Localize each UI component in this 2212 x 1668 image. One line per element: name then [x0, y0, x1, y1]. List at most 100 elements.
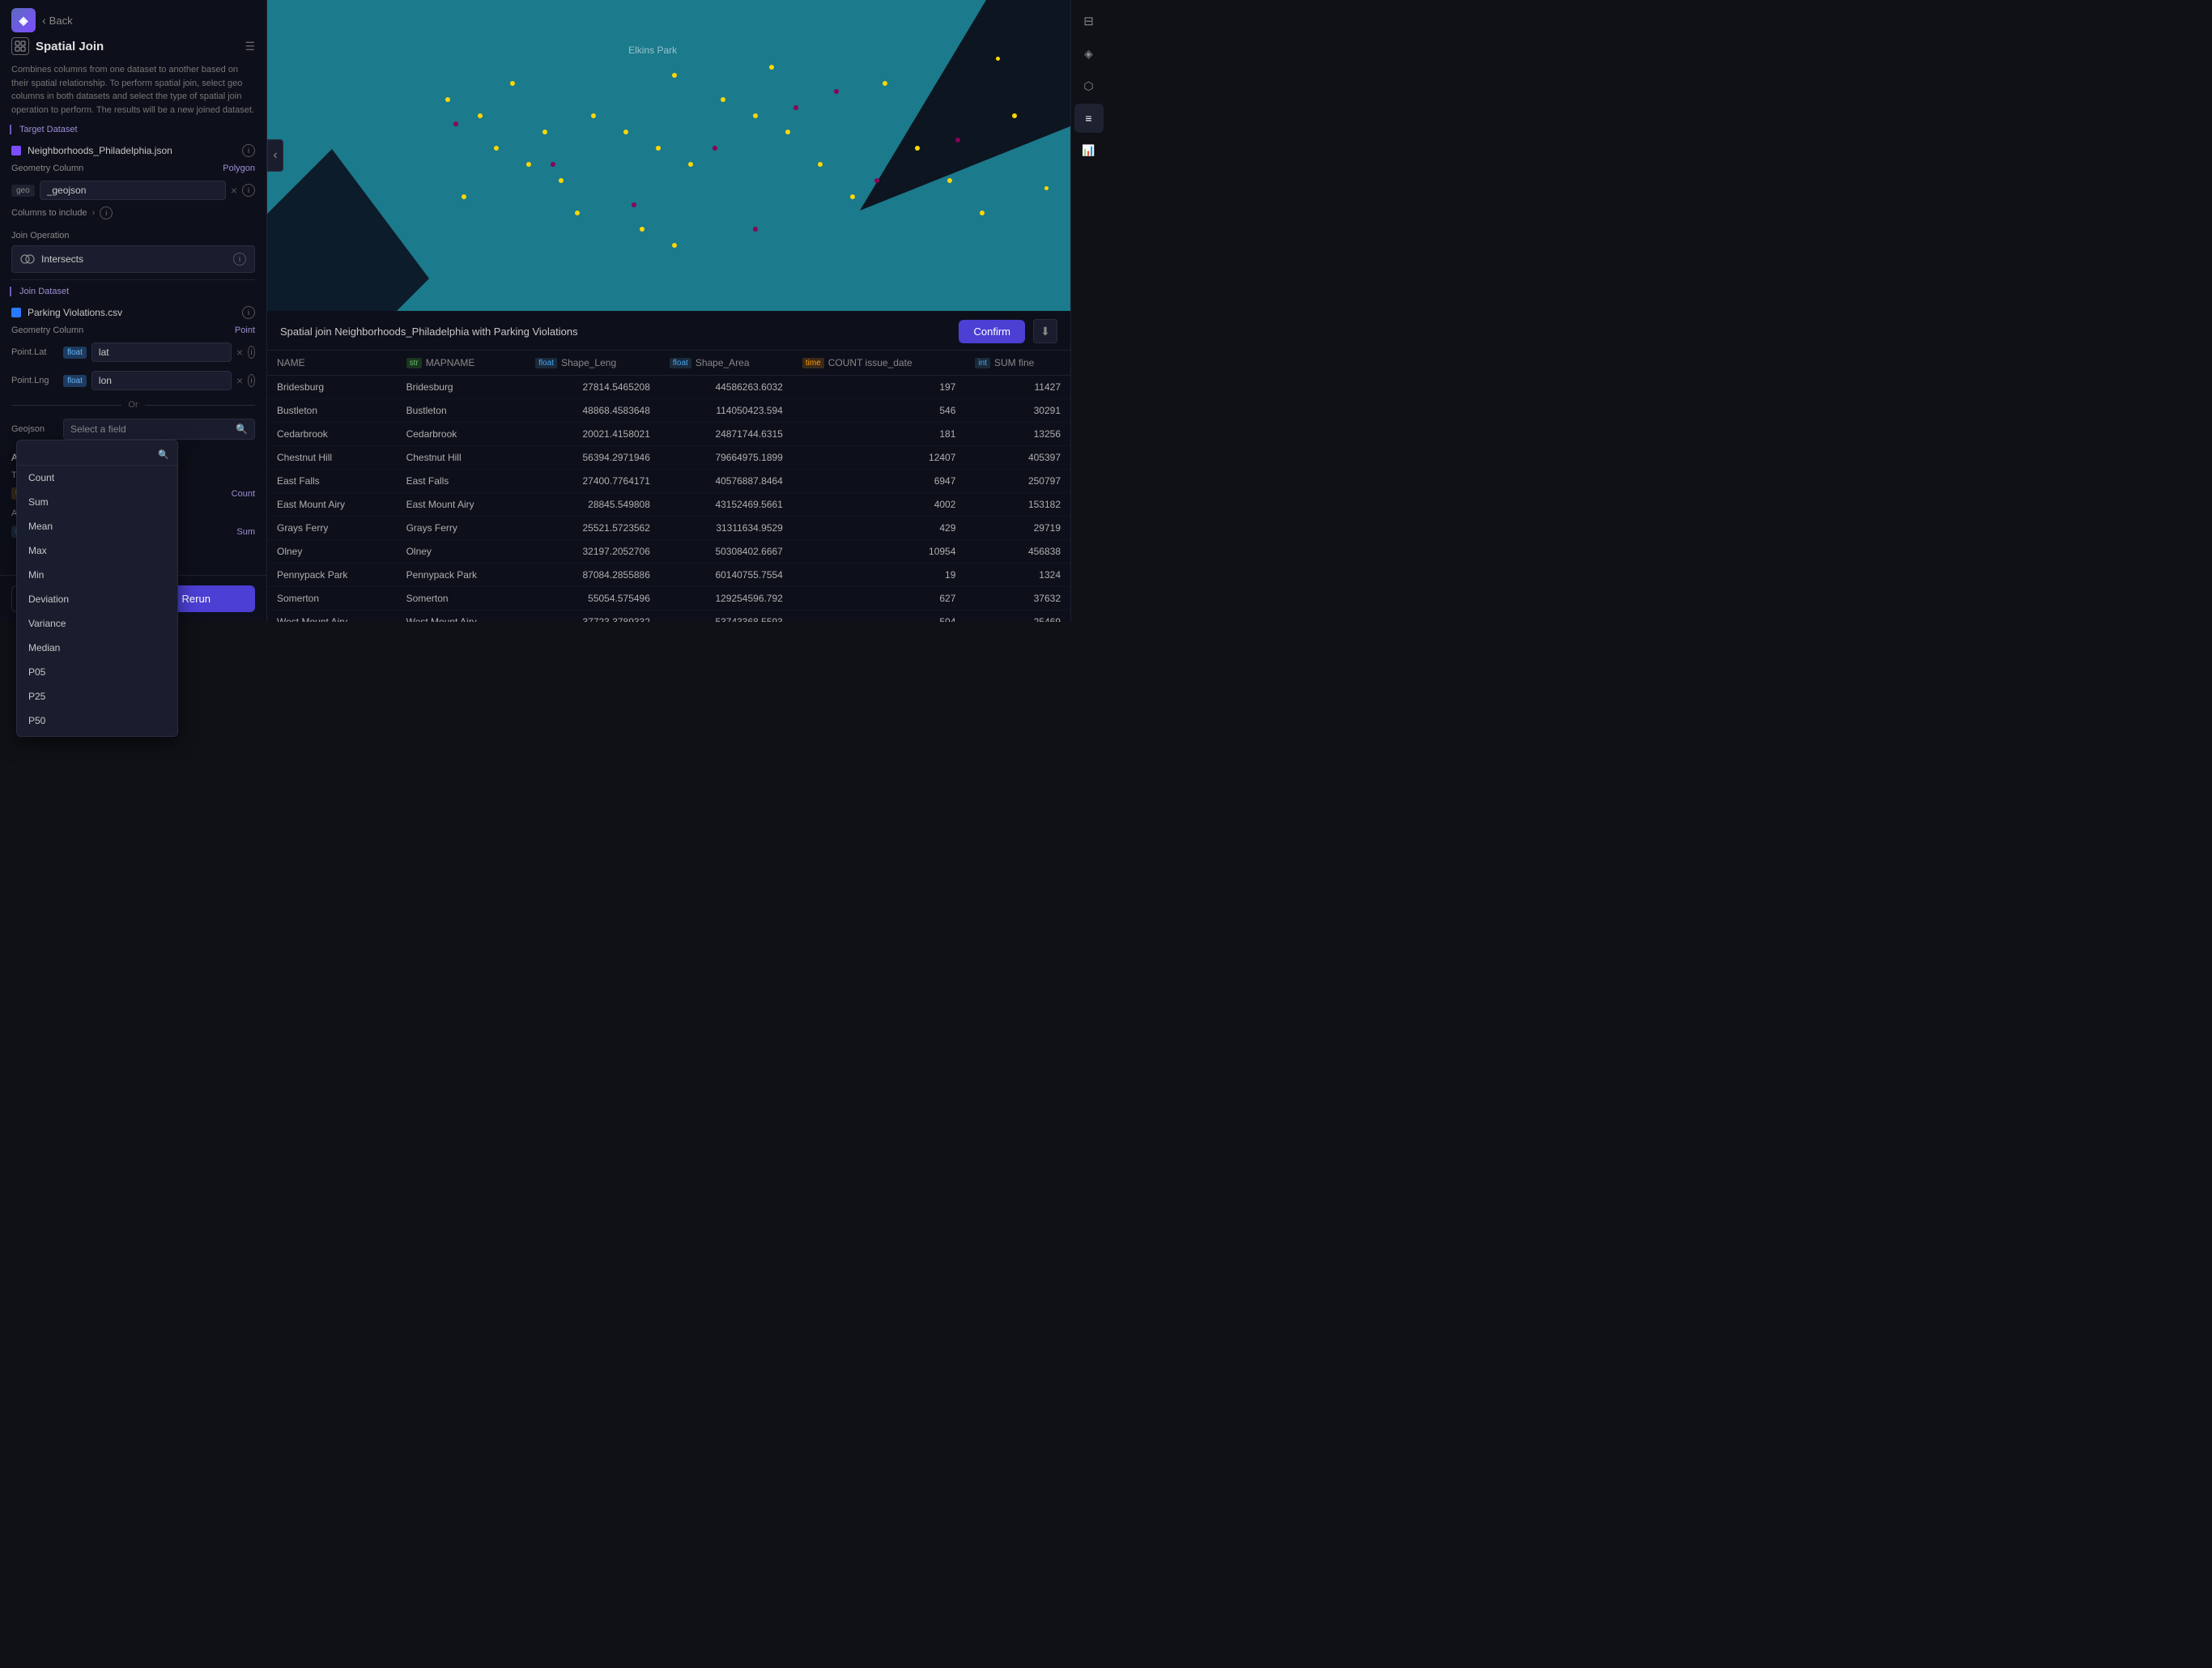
target-geo-type: Polygon	[223, 164, 255, 173]
cell-sumfine-2: 13256	[965, 423, 1070, 446]
cell-sumfine-6: 29719	[965, 517, 1070, 540]
cell-shapeleng-8: 87084.2855886	[525, 564, 660, 587]
cell-shapearea-3: 79664975.1899	[660, 446, 793, 470]
point-lng-label: Point.Lng	[11, 376, 58, 385]
join-dataset-label: Join Dataset	[19, 287, 255, 296]
point-lat-input[interactable]	[91, 343, 232, 362]
cell-name-10: West Mount Airy	[267, 611, 397, 623]
cell-sumfine-1: 30291	[965, 399, 1070, 423]
dropdown-item-p25[interactable]: P25	[17, 684, 177, 708]
data-table: NAME strMAPNAME float Shape_Leng float Sha…	[267, 351, 1070, 622]
cell-countissue-5: 4002	[793, 493, 966, 517]
cell-name-1: Bustleton	[267, 399, 397, 423]
cell-shapeleng-0: 27814.5465208	[525, 376, 660, 399]
right-icon-draw[interactable]: ⬡	[1074, 71, 1104, 100]
dropdown-item-count[interactable]: Count	[17, 466, 177, 490]
join-dataset-info[interactable]: i	[242, 306, 255, 319]
back-label: Back	[49, 15, 73, 27]
dropdown-item-mean[interactable]: Mean	[17, 514, 177, 538]
target-dataset-info[interactable]: i	[242, 144, 255, 157]
tool-menu-button[interactable]: ☰	[245, 40, 255, 53]
point-lng-info[interactable]: i	[248, 374, 255, 387]
dropdown-item-p50[interactable]: P50	[17, 708, 177, 733]
point-lat-clear[interactable]: ×	[236, 346, 243, 359]
col-header-shape-leng: float Shape_Leng	[525, 351, 660, 376]
right-icon-3d[interactable]: ◈	[1074, 39, 1104, 68]
target-dataset-name: Neighborhoods_Philadelphia.json	[28, 145, 236, 156]
or-label: Or	[128, 400, 138, 410]
point-lat-info[interactable]: i	[248, 346, 255, 359]
dropdown-item-min[interactable]: Min	[17, 563, 177, 587]
point-lng-type-badge: float	[63, 375, 87, 387]
point-lat-label: Point.Lat	[11, 347, 58, 357]
time-column-op[interactable]: Count	[232, 489, 255, 499]
back-button[interactable]: ‹ Back	[42, 14, 73, 27]
table-download-button[interactable]: ⬇	[1033, 319, 1057, 343]
app-logo: ◈	[11, 8, 36, 32]
cell-countissue-9: 627	[793, 587, 966, 611]
point-lng-input[interactable]	[91, 371, 232, 390]
table-row: Bridesburg Bridesburg 27814.5465208 4458…	[267, 376, 1070, 399]
right-icon-chart[interactable]: 📊	[1074, 136, 1104, 165]
cell-name-2: Cedarbrook	[267, 423, 397, 446]
shapeleng-float-tag: float	[535, 358, 557, 368]
collapse-map-button[interactable]: ‹	[267, 139, 283, 172]
col-header-mapname: strMAPNAME	[397, 351, 526, 376]
table-row: East Mount Airy East Mount Airy 28845.54…	[267, 493, 1070, 517]
table-row: Pennypack Park Pennypack Park 87084.2855…	[267, 564, 1070, 587]
cell-countissue-0: 197	[793, 376, 966, 399]
columns-to-include-row[interactable]: Columns to include › i	[0, 205, 266, 228]
table-body: Bridesburg Bridesburg 27814.5465208 4458…	[267, 376, 1070, 623]
cell-name-3: Chestnut Hill	[267, 446, 397, 470]
name-col-label: NAME	[277, 357, 305, 368]
cell-shapeleng-9: 55054.575496	[525, 587, 660, 611]
dropdown-item-deviation[interactable]: Deviation	[17, 587, 177, 611]
cell-name-7: Olney	[267, 540, 397, 564]
cell-name-0: Bridesburg	[267, 376, 397, 399]
sumfine-col-label: SUM fine	[994, 357, 1034, 368]
shapeleng-col-label: Shape_Leng	[561, 357, 616, 368]
mapname-str-tag: str	[406, 358, 422, 368]
select-field-button[interactable]: Select a field 🔍	[63, 419, 255, 440]
join-dataset-row: Parking Violations.csv i	[0, 301, 266, 324]
right-icon-list[interactable]: ≡	[1074, 104, 1104, 133]
data-table-container: NAME strMAPNAME float Shape_Leng float Sha…	[267, 351, 1070, 622]
target-geo-label: Geometry Column	[11, 164, 83, 173]
point-lat-type-badge: float	[63, 347, 87, 359]
table-row: Olney Olney 32197.2052706 50308402.6667 …	[267, 540, 1070, 564]
target-geo-row: Geometry Column Polygon	[0, 162, 266, 178]
map-area: Elkins Park	[267, 0, 1070, 311]
dropdown-search-input[interactable]	[25, 449, 158, 460]
target-dataset-row: Neighborhoods_Philadelphia.json i	[0, 139, 266, 162]
cell-mapname-9: Somerton	[397, 587, 526, 611]
target-geo-field-info[interactable]: i	[242, 184, 255, 197]
app-container: ◈ ‹ Back Spatial Join ☰ Combines columns…	[0, 0, 1106, 622]
intersects-icon	[20, 252, 35, 266]
cell-shapearea-2: 24871744.6315	[660, 423, 793, 446]
cell-shapeleng-1: 48868.4583648	[525, 399, 660, 423]
dropdown-item-sum[interactable]: Sum	[17, 490, 177, 514]
target-geo-field-clear[interactable]: ×	[231, 184, 237, 197]
join-operation-info[interactable]: i	[233, 253, 246, 266]
cell-sumfine-10: 25469	[965, 611, 1070, 623]
dropdown-item-median[interactable]: Median	[17, 636, 177, 660]
confirm-button[interactable]: Confirm	[959, 320, 1025, 343]
join-operation-label: Join Operation	[11, 231, 255, 240]
point-lng-clear[interactable]: ×	[236, 374, 243, 387]
shapearea-col-label: Shape_Area	[696, 357, 750, 368]
dropdown-search-icon: 🔍	[158, 449, 169, 460]
join-geo-type: Point	[235, 326, 255, 335]
cell-mapname-10: West Mount Airy	[397, 611, 526, 623]
target-geo-field-input[interactable]	[40, 181, 226, 200]
attr-column-op[interactable]: Sum	[236, 527, 255, 537]
cell-sumfine-8: 1324	[965, 564, 1070, 587]
columns-info[interactable]: i	[100, 206, 113, 219]
cell-sumfine-9: 37632	[965, 587, 1070, 611]
right-icon-layers[interactable]: ⊟	[1074, 6, 1104, 36]
dropdown-item-p05[interactable]: P05	[17, 660, 177, 684]
join-operation-value[interactable]: Intersects i	[11, 245, 255, 273]
dropdown-item-variance[interactable]: Variance	[17, 611, 177, 636]
cell-name-6: Grays Ferry	[267, 517, 397, 540]
dropdown-item-max[interactable]: Max	[17, 538, 177, 563]
point-lng-row: Point.Lng float × i	[0, 368, 266, 394]
